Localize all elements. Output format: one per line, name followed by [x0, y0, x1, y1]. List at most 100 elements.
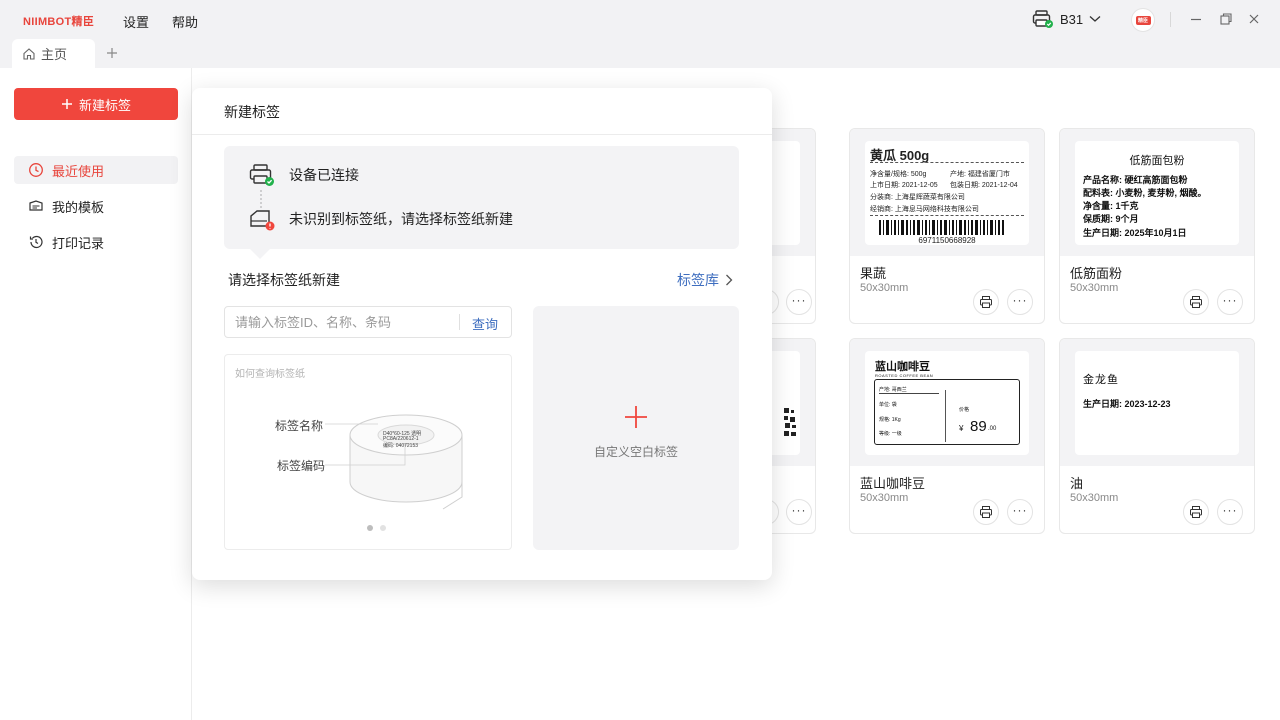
card-preview: 低筋面包粉 产品名称: 硬红高筋面包粉 配料表: 小麦粉, 麦芽粉, 烟酸。 净… — [1060, 129, 1254, 256]
search-divider — [459, 314, 460, 330]
more-icon: ··· — [791, 292, 807, 307]
card-preview: 蓝山咖啡豆 ROASTED COFFEE BEAN 产地: 哥西兰 单位: 袋 … — [850, 339, 1044, 466]
app-logo: NIIMBOT精臣 — [23, 16, 95, 28]
label-preview: 黄瓜 500g 净含量/规格: 500g 产地: 福建省厦门市 上市日期: 20… — [865, 141, 1029, 245]
titlebar-divider — [1170, 12, 1171, 27]
avatar[interactable]: 精臣 — [1131, 8, 1155, 32]
device-status-panel: 设备已连接 未识别到标签纸，请选择标签纸新建 — [224, 146, 739, 249]
printer-selector[interactable]: B31 — [1032, 9, 1101, 29]
label-text: 产地: 哥西兰 — [879, 386, 939, 394]
more-button[interactable]: ··· — [786, 289, 812, 315]
print-button[interactable] — [973, 289, 999, 315]
more-button[interactable]: ··· — [1217, 499, 1243, 525]
label-text: 配料表: 小麦粉, 麦芽粉, 烟酸。 — [1083, 188, 1207, 198]
label-title: 金龙鱼 — [1083, 374, 1119, 386]
more-button[interactable]: ··· — [786, 499, 812, 525]
sidebar: 新建标签 最近使用 我的模板 打印记录 — [0, 68, 192, 720]
sidebar-item-recent[interactable]: 最近使用 — [14, 156, 178, 184]
label-text: 保质期: 9个月 — [1083, 214, 1139, 224]
more-icon: ··· — [1012, 502, 1028, 517]
price-integer: 89 — [970, 418, 987, 435]
label-search-input[interactable] — [225, 307, 457, 337]
tab-home-label: 主页 — [41, 47, 68, 62]
label-text: 净含量: 1千克 — [1083, 201, 1139, 211]
custom-blank-label-button[interactable]: 自定义空白标签 — [533, 306, 739, 550]
new-label-button-text: 新建标签 — [78, 97, 131, 113]
card-size: 50x30mm — [1070, 492, 1119, 504]
label-paper-error-icon — [250, 210, 275, 231]
label-text: 包装日期: 2021-12-04 — [950, 182, 1018, 189]
card-size: 50x30mm — [860, 282, 909, 294]
label-text: 产品名称: 硬红高筋面包粉 — [1083, 175, 1188, 185]
more-icon: ··· — [791, 502, 807, 517]
printer-icon — [980, 506, 992, 518]
more-button[interactable]: ··· — [1007, 499, 1033, 525]
template-card-vegetables[interactable]: 黄瓜 500g 净含量/规格: 500g 产地: 福建省厦门市 上市日期: 20… — [849, 128, 1045, 324]
more-button[interactable]: ··· — [1007, 289, 1033, 315]
card-name: 果蔬 — [860, 266, 887, 281]
label-divider — [870, 215, 1024, 216]
label-library-link[interactable]: 标签库 — [677, 270, 733, 290]
more-icon: ··· — [1222, 502, 1238, 517]
price-decimal: .00 — [988, 426, 997, 432]
more-icon: ··· — [1222, 292, 1238, 307]
help-label-code: 标签编码 — [277, 459, 326, 473]
printer-connected-icon — [1032, 10, 1053, 28]
carousel-dot-active[interactable] — [367, 525, 373, 531]
help-title: 如何查询标签纸 — [235, 369, 305, 380]
chevron-down-icon — [1089, 16, 1101, 22]
printer-icon — [1190, 296, 1202, 308]
more-button[interactable]: ··· — [1217, 289, 1243, 315]
print-button[interactable] — [973, 499, 999, 525]
printer-icon — [1190, 506, 1202, 518]
search-button[interactable]: 查询 — [472, 314, 498, 333]
status-no-paper: 未识别到标签纸，请选择标签纸新建 — [249, 207, 513, 231]
carousel-dot[interactable] — [380, 525, 386, 531]
popover-divider — [192, 134, 772, 135]
sidebar-item-label: 最近使用 — [52, 163, 105, 179]
label-text: 净含量/规格: 500g — [870, 171, 927, 178]
label-text: 规格: 1Kg — [879, 417, 901, 423]
template-card-flour[interactable]: 低筋面包粉 产品名称: 硬红高筋面包粉 配料表: 小麦粉, 麦芽粉, 烟酸。 净… — [1059, 128, 1255, 324]
plus-icon — [61, 99, 72, 109]
status-arrow — [250, 249, 270, 259]
label-subtitle: ROASTED COFFEE BEAN — [875, 373, 934, 378]
label-preview: 金龙鱼 生产日期: 2023-12-23 — [1075, 351, 1239, 455]
card-name: 蓝山咖啡豆 — [860, 476, 926, 491]
card-preview: 金龙鱼 生产日期: 2023-12-23 — [1060, 339, 1254, 466]
menu-settings[interactable]: 设置 — [123, 12, 149, 31]
sidebar-item-templates[interactable]: 我的模板 — [14, 192, 178, 220]
tab-home[interactable]: 主页 — [12, 39, 95, 68]
custom-blank-label-text: 自定义空白标签 — [593, 445, 678, 459]
add-tab-icon[interactable] — [104, 45, 120, 61]
home-icon — [23, 47, 35, 60]
close-icon[interactable] — [1246, 11, 1262, 27]
menu-help[interactable]: 帮助 — [172, 12, 198, 31]
label-divider — [945, 390, 946, 442]
label-text: 经销商: 上海息马网络科技有限公司 — [870, 206, 979, 213]
label-text: 等级: 一级 — [879, 431, 902, 437]
print-button[interactable] — [1183, 289, 1209, 315]
status-connector-line — [260, 190, 262, 208]
status-connected: 设备已连接 — [249, 163, 359, 187]
printer-icon — [980, 296, 992, 308]
sidebar-item-label: 打印记录 — [52, 235, 105, 251]
template-card-oil[interactable]: 金龙鱼 生产日期: 2023-12-23 油 50x30mm ··· — [1059, 338, 1255, 534]
label-title: 蓝山咖啡豆 — [875, 361, 930, 373]
label-preview: 低筋面包粉 产品名称: 硬红高筋面包粉 配料表: 小麦粉, 麦芽粉, 烟酸。 净… — [1075, 141, 1239, 245]
restore-icon[interactable] — [1218, 11, 1234, 27]
new-label-button[interactable]: 新建标签 — [14, 88, 178, 120]
printer-connected-icon — [249, 164, 274, 186]
print-button[interactable] — [1183, 499, 1209, 525]
price-currency: ¥ — [959, 424, 964, 433]
label-roll-illustration — [325, 414, 463, 510]
barcode-number: 6971150668928 — [918, 236, 976, 245]
label-text: 产地: 福建省厦门市 — [950, 171, 1010, 178]
minimize-icon[interactable] — [1188, 11, 1204, 27]
template-card-coffee[interactable]: 蓝山咖啡豆 ROASTED COFFEE BEAN 产地: 哥西兰 单位: 袋 … — [849, 338, 1045, 534]
help-label-name: 标签名称 — [275, 419, 324, 433]
qr-code-icon — [784, 408, 796, 436]
label-text: 单位: 袋 — [879, 402, 897, 408]
label-divider — [870, 162, 1024, 163]
sidebar-item-print-history[interactable]: 打印记录 — [14, 228, 178, 256]
